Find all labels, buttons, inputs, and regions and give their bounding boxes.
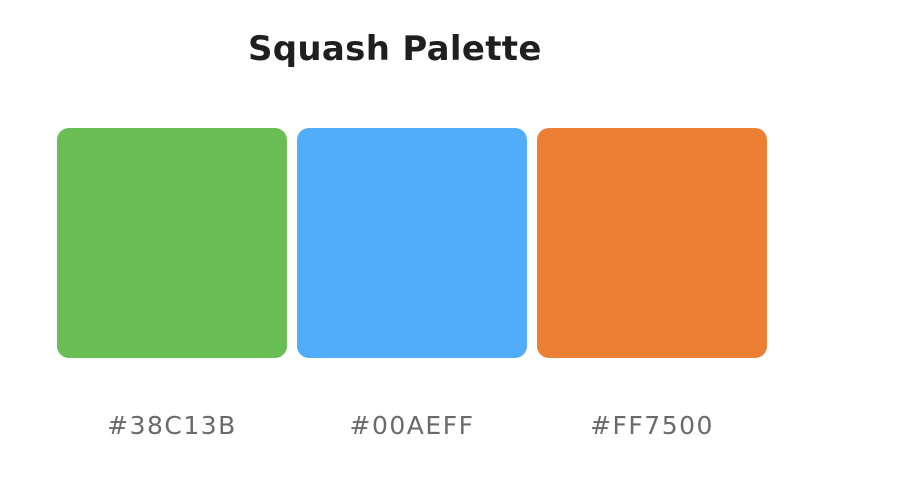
palette-title: Squash Palette bbox=[248, 29, 542, 69]
color-chip-orange bbox=[537, 128, 767, 358]
hex-label-orange: #FF7500 bbox=[590, 411, 714, 440]
swatch-row: #38C13B #00AEFF #FF7500 bbox=[57, 128, 767, 448]
swatch-orange: #FF7500 bbox=[537, 128, 767, 448]
color-chip-green bbox=[57, 128, 287, 358]
color-chip-blue bbox=[297, 128, 527, 358]
swatch-blue: #00AEFF bbox=[297, 128, 527, 448]
swatch-green: #38C13B bbox=[57, 128, 287, 448]
hex-label-green: #38C13B bbox=[107, 411, 237, 440]
hex-label-blue: #00AEFF bbox=[349, 411, 475, 440]
